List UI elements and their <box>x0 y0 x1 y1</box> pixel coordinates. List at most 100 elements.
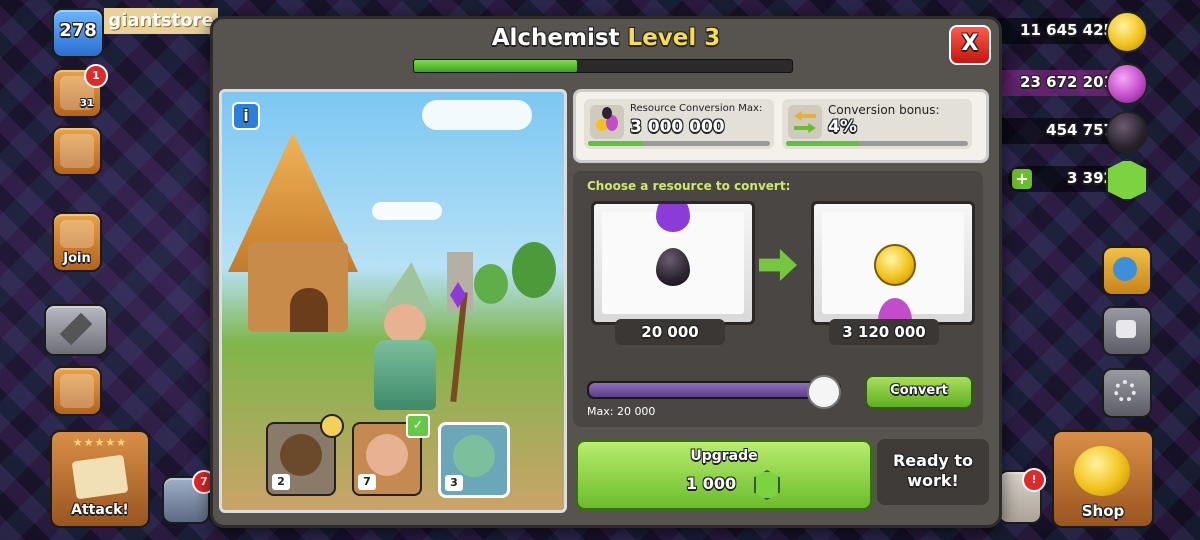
close-icon: X <box>961 31 979 56</box>
heal-button[interactable]: 7 <box>162 470 216 524</box>
source-amount: 20 000 <box>615 319 725 345</box>
elixir-bar: 23 672 201 <box>988 63 1148 105</box>
conversion-max-value: 3 000 000 <box>630 117 725 137</box>
watermark: giantstore <box>104 8 218 34</box>
dark-elixir-icon <box>1106 111 1148 153</box>
status-box: Ready to work! <box>877 439 989 505</box>
swap-arrows-icon <box>788 105 822 139</box>
hero-portrait <box>280 434 322 476</box>
hero-portrait <box>453 435 495 477</box>
add-gems-icon[interactable]: + <box>1012 169 1032 189</box>
notification-badge: 1 <box>84 64 108 88</box>
tree <box>512 242 556 298</box>
cloud <box>372 202 442 220</box>
gold-amount: 11 645 425 <box>1020 21 1114 39</box>
settings-button[interactable] <box>1102 368 1152 418</box>
stars-icon: ★★★★★ <box>72 436 128 449</box>
social-button[interactable] <box>1102 306 1152 356</box>
building-name: Alchemist <box>491 25 620 51</box>
convert-button[interactable]: Convert <box>865 375 973 409</box>
slider-handle[interactable] <box>807 375 841 409</box>
upgrade-button[interactable]: Upgrade 1 000 <box>575 439 873 511</box>
level-progress-fill <box>414 60 577 72</box>
source-resource-slot[interactable] <box>591 201 755 325</box>
gold-coin-icon <box>874 244 916 286</box>
army-button[interactable] <box>52 366 102 416</box>
clan-shield-icon <box>60 220 94 248</box>
choose-resource-label: Choose a resource to convert: <box>587 179 791 193</box>
alchemist-character <box>360 262 450 412</box>
elixir-icon <box>1106 63 1148 105</box>
hero-level: 3 <box>445 475 463 491</box>
join-label: Join <box>63 251 91 266</box>
target-resource-slot[interactable] <box>811 201 975 325</box>
elixir-drop-icon <box>656 204 690 232</box>
conversion-max-stat: Resource Conversion Max: 3 000 000 <box>584 99 774 149</box>
hero-card-selected[interactable]: 3 <box>438 422 510 498</box>
events-button[interactable] <box>1102 246 1152 296</box>
shop-button[interactable]: Shop <box>1052 430 1154 528</box>
builder-button[interactable]: 1 31 <box>52 64 108 118</box>
stats-row: Resource Conversion Max: 3 000 000 Conve… <box>573 89 989 163</box>
level-progress-bar <box>413 59 793 73</box>
resources-icon <box>590 105 624 139</box>
globe-icon <box>1113 257 1137 281</box>
join-clan-button[interactable]: Join <box>52 212 102 272</box>
alchemist-robe <box>374 340 436 410</box>
trophy-badge[interactable]: 278 <box>52 8 104 58</box>
panel-title: Alchemist Level 3 <box>213 25 999 51</box>
check-icon: ✓ <box>406 414 430 438</box>
gold-icon <box>1106 11 1148 53</box>
alchemist-face <box>384 304 426 344</box>
gold-bar: 11 645 425 <box>988 11 1148 53</box>
quests-button[interactable] <box>52 126 102 176</box>
share-icon <box>1116 320 1136 338</box>
barbarian-icon <box>60 374 94 408</box>
close-button[interactable]: X <box>949 25 991 65</box>
hero-portrait <box>366 434 408 476</box>
dark-elixir-amount: 454 757 <box>1046 121 1114 139</box>
hero-level: 2 <box>272 474 290 490</box>
gear-icon <box>1114 380 1136 402</box>
news-button[interactable]: ! <box>998 468 1046 524</box>
conversion-bonus-value: 4% <box>828 117 857 137</box>
elixir-amount: 23 672 201 <box>1020 73 1114 91</box>
upgrade-cost: 1 000 <box>686 474 737 493</box>
attack-label: Attack! <box>71 502 129 518</box>
target-amount: 3 120 000 <box>829 319 939 345</box>
conversion-bonus-stat: Conversion bonus: 4% <box>782 99 972 149</box>
conversion-max-label: Resource Conversion Max: <box>630 103 763 114</box>
scroll-icon <box>60 134 94 168</box>
cloud <box>422 100 532 130</box>
upgrade-label: Upgrade <box>690 448 758 464</box>
gems-bar: + 3 392 <box>1008 159 1148 201</box>
conversion-bonus-bar <box>786 141 968 146</box>
house-door <box>290 288 328 332</box>
map-icon <box>71 454 129 500</box>
conversion-bonus-label: Conversion bonus: <box>828 103 940 117</box>
trophy-count: 278 <box>59 20 97 41</box>
timer-icon <box>320 414 344 438</box>
gem-icon <box>754 470 780 500</box>
dark-elixir-drop-icon <box>656 248 690 286</box>
news-alert-badge: ! <box>1022 468 1046 492</box>
info-button[interactable]: i <box>232 102 260 130</box>
swords-icon <box>59 312 93 346</box>
building-level: Level 3 <box>627 25 721 51</box>
amount-slider[interactable] <box>587 381 841 399</box>
arrow-right-icon <box>759 249 797 281</box>
building-info-panel: Alchemist Level 3 X i 2 7 ✓ 3 Resource C… <box>210 16 1002 528</box>
conversion-max-bar <box>588 141 770 146</box>
shop-label: Shop <box>1081 502 1125 520</box>
converter-area: Choose a resource to convert: 20 000 3 1… <box>573 171 983 427</box>
builder-count: 31 <box>80 98 94 109</box>
tree <box>474 264 508 304</box>
hero-level: 7 <box>358 474 376 490</box>
coins-icon <box>1074 446 1130 496</box>
status-text: Ready to work! <box>892 451 974 490</box>
clan-war-button[interactable] <box>44 304 108 356</box>
max-amount-label: Max: 20 000 <box>587 405 656 418</box>
dark-elixir-bar: 454 757 <box>988 111 1148 153</box>
alchemist-scene: i 2 7 ✓ 3 <box>219 89 567 513</box>
attack-button[interactable]: ★★★★★ Attack! <box>50 430 150 528</box>
